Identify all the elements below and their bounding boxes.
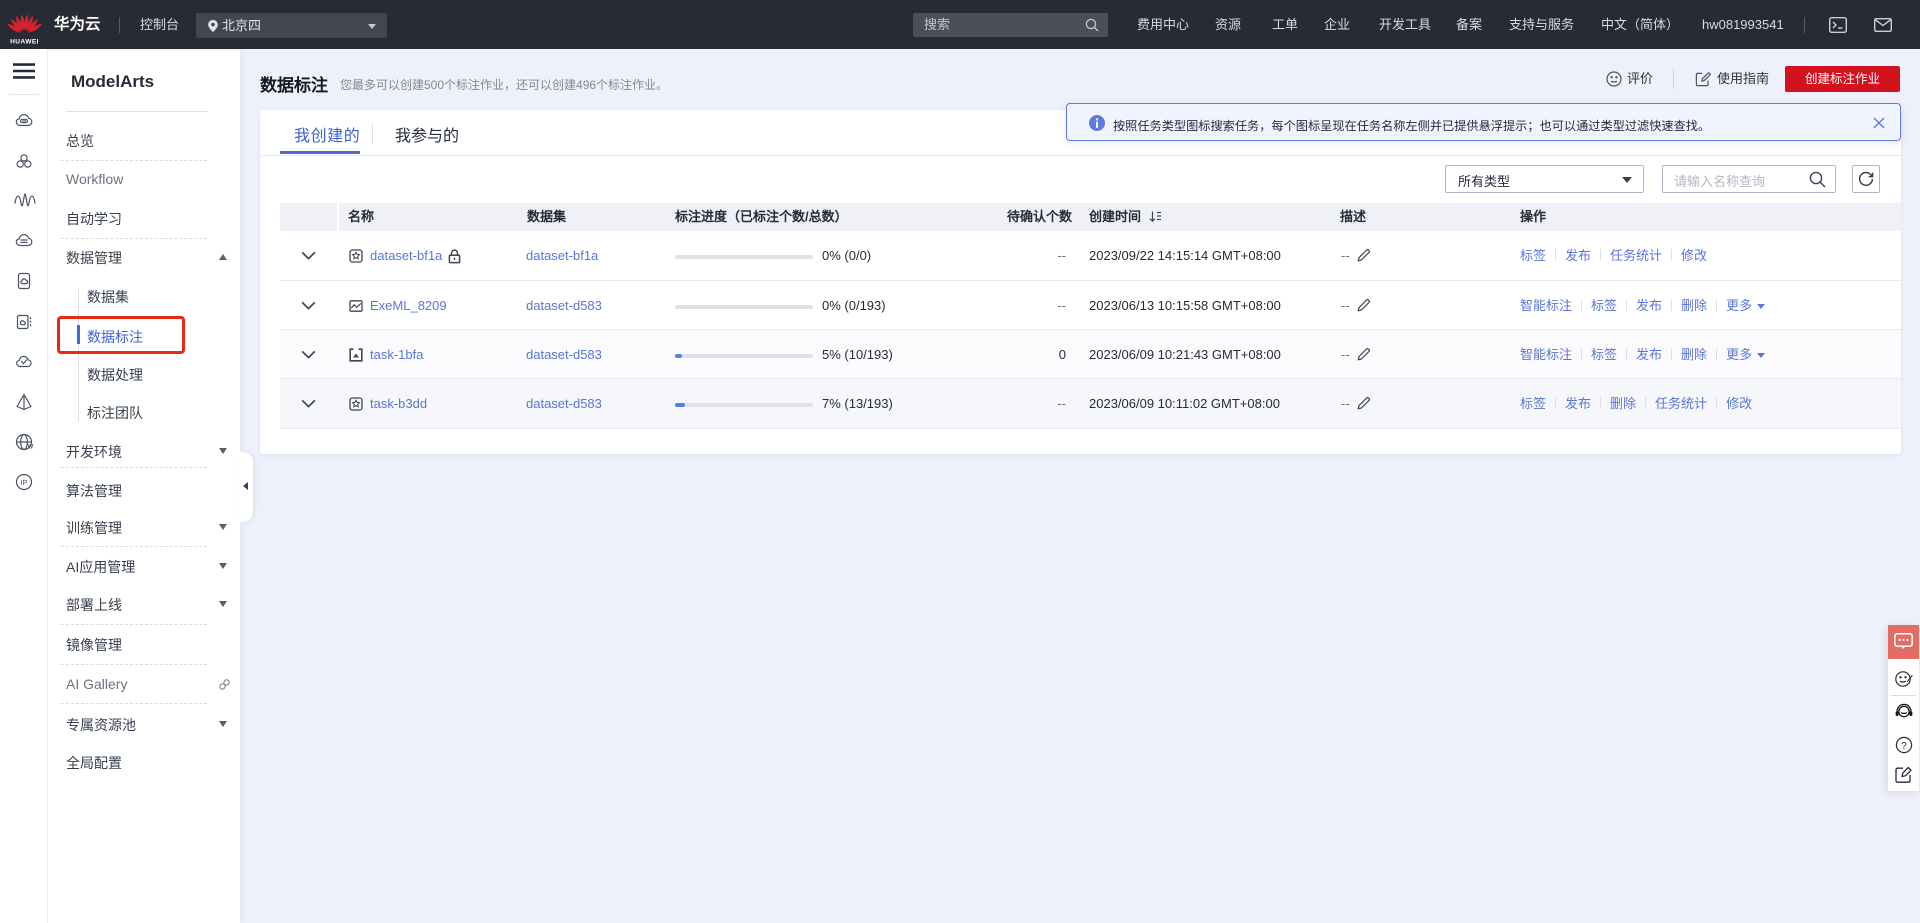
svg-text:IP: IP (20, 478, 27, 487)
svg-text:?: ? (1901, 741, 1907, 752)
svg-text:HUAWEI: HUAWEI (10, 39, 39, 46)
svg-text:W: W (28, 445, 34, 451)
